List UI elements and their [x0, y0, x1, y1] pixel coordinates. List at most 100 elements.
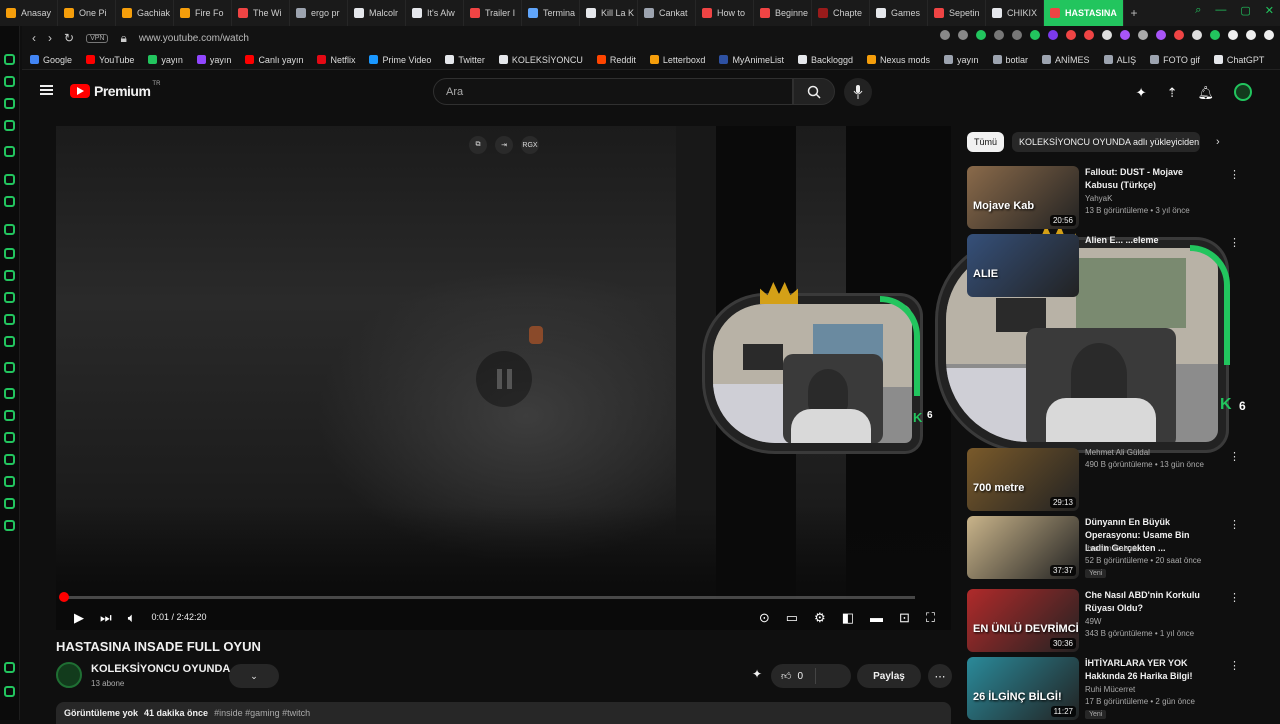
upload-icon[interactable]: ⇡	[1167, 86, 1178, 99]
video-options-icon[interactable]: ⋮	[1229, 591, 1240, 604]
sidebar-app-icon[interactable]	[4, 388, 15, 399]
video-options-icon[interactable]: ⋮	[1229, 236, 1240, 249]
miniplayer-icon[interactable]: ◧	[842, 611, 854, 624]
browser-tab[interactable]: It's Alw	[406, 0, 464, 26]
extension-icon[interactable]	[1156, 30, 1166, 40]
cast-icon[interactable]: ⊡	[899, 611, 910, 624]
gamepad-icon[interactable]: ✦	[1136, 86, 1147, 99]
browser-tab[interactable]: Chapte	[812, 0, 870, 26]
bookmark-item[interactable]: ALIŞ	[1104, 55, 1137, 65]
bookmark-item[interactable]: ANİMES	[1042, 55, 1090, 65]
video-options-icon[interactable]: ⋮	[1229, 518, 1240, 531]
big-pause-indicator[interactable]	[476, 351, 532, 407]
video-title[interactable]: Fallout: DUST - Mojave Kabusu (Türkçe)	[1085, 166, 1207, 192]
browser-tab[interactable]: Games	[870, 0, 928, 26]
bookmark-icon[interactable]	[940, 30, 950, 40]
extension-icon[interactable]	[1210, 30, 1220, 40]
browser-tab[interactable]: Trailer I	[464, 0, 522, 26]
video-thumbnail[interactable]: ALIE	[967, 234, 1079, 297]
screenshot-icon[interactable]	[958, 30, 968, 40]
puzzle-icon[interactable]	[1228, 30, 1238, 40]
volume-icon[interactable]: 🔈︎	[128, 611, 136, 624]
extension-icon[interactable]	[1192, 30, 1202, 40]
channel-name[interactable]: 49W	[1085, 617, 1101, 626]
browser-tab[interactable]: Beginne	[754, 0, 812, 26]
video-thumbnail[interactable]: 700 metre29:13	[967, 448, 1079, 511]
search-input[interactable]: Ara	[433, 78, 793, 105]
extension-icon[interactable]	[1102, 30, 1112, 40]
channel-name[interactable]: Ruhi Mücerret	[1085, 685, 1135, 694]
maximize-icon[interactable]: ▢	[1240, 4, 1250, 17]
browser-tab[interactable]: CHIKIX	[986, 0, 1044, 26]
search-tabs-icon[interactable]: ⌕	[1195, 4, 1201, 17]
recommended-video[interactable]: 700 metre29:13Mehmet Ali Güldal490 B gör…	[967, 448, 1267, 512]
reload-icon[interactable]: ↻	[64, 31, 74, 45]
subtitles-icon[interactable]: ▭	[786, 611, 798, 624]
video-title[interactable]: Alien E... ...eleme	[1085, 234, 1207, 247]
notifications-bell-icon[interactable]: 🔔︎	[1197, 86, 1214, 99]
bookmark-item[interactable]: MyAnimeList	[719, 55, 784, 65]
bookmark-item[interactable]: Google	[30, 55, 72, 65]
sidebar-app-icon[interactable]	[4, 120, 15, 131]
sidebar-app-icon[interactable]	[4, 248, 15, 259]
shield-icon[interactable]	[976, 30, 986, 40]
theater-mode-icon[interactable]: ▬	[870, 611, 883, 624]
bookmark-item[interactable]: Nexus mods	[867, 55, 930, 65]
extension-icon[interactable]	[1084, 30, 1094, 40]
minimize-icon[interactable]: —	[1215, 4, 1226, 17]
sidebar-app-icon[interactable]	[4, 410, 15, 421]
back-icon[interactable]: ‹	[32, 31, 36, 45]
bookmark-item[interactable]: yayın	[197, 55, 232, 65]
video-title[interactable]: İHTİYARLARA YER YOK Hakkında 26 Harika B…	[1085, 657, 1207, 683]
enter-icon[interactable]: ⇥	[495, 136, 513, 154]
autoplay-toggle-icon[interactable]: ⊙	[759, 611, 770, 624]
channel-name[interactable]: YahyaK	[1085, 194, 1112, 203]
video-title[interactable]: Che Nasıl ABD'nin Korkulu Rüyası Oldu?	[1085, 589, 1207, 615]
sidebar-app-icon[interactable]	[4, 270, 15, 281]
extension-icon[interactable]	[1120, 30, 1130, 40]
lock-icon[interactable]: 🔒︎	[120, 31, 126, 46]
more-actions-button[interactable]: ⋯	[928, 664, 952, 688]
download-icon[interactable]	[1246, 30, 1256, 40]
extension-icon[interactable]	[1030, 30, 1040, 40]
bookmark-item[interactable]: yayın	[148, 55, 183, 65]
gamepad-icon[interactable]: ✦	[752, 667, 762, 681]
bookmark-item[interactable]: yayın	[944, 55, 979, 65]
recommended-video[interactable]: ALIE Alien E... ...eleme ⋮	[967, 234, 1267, 298]
browser-tab[interactable]: One Pi	[58, 0, 116, 26]
sidebar-app-icon[interactable]	[4, 98, 15, 109]
bookmark-item[interactable]: KOLEKSİYONCU	[499, 55, 583, 65]
recommended-video[interactable]: EN ÜNLÜ DEVRİMCİ30:36Che Nasıl ABD'nin K…	[967, 589, 1267, 653]
browser-tab[interactable]: The Wi	[232, 0, 290, 26]
chip-all[interactable]: Tümü	[967, 132, 1004, 152]
sidebar-app-icon[interactable]	[4, 454, 15, 465]
browser-tab[interactable]: Anasay	[0, 0, 58, 26]
browser-tab[interactable]: How to	[696, 0, 754, 26]
sidebar-app-icon[interactable]	[4, 662, 15, 673]
send-icon[interactable]	[1012, 30, 1022, 40]
sidebar-app-icon[interactable]	[4, 476, 15, 487]
video-options-icon[interactable]: ⋮	[1229, 659, 1240, 672]
hashtags[interactable]: #inside #gaming #twitch	[214, 708, 310, 718]
video-options-icon[interactable]: ⋮	[1229, 168, 1240, 181]
video-options-icon[interactable]: ⋮	[1229, 450, 1240, 463]
sidebar-app-icon[interactable]	[4, 520, 15, 531]
recommended-video[interactable]: Mojave Kab20:56Fallout: DUST - Mojave Ka…	[967, 166, 1267, 230]
browser-tab[interactable]: Malcolr	[348, 0, 406, 26]
sidebar-app-icon[interactable]	[4, 224, 15, 235]
extension-icon[interactable]	[1138, 30, 1148, 40]
video-thumbnail[interactable]: EN ÜNLÜ DEVRİMCİ30:36	[967, 589, 1079, 652]
bookmark-item[interactable]: Canlı yayın	[245, 55, 303, 65]
settings-gear-icon[interactable]: ⚙	[814, 611, 826, 624]
close-icon[interactable]: ✕	[1265, 4, 1274, 17]
like-button[interactable]: 👍︎ 0	[771, 664, 851, 688]
youtube-premium-logo[interactable]: Premium TR	[70, 83, 160, 99]
search-button[interactable]	[793, 78, 835, 105]
sidebar-app-icon[interactable]	[4, 686, 15, 697]
play-icon[interactable]: ▶	[74, 611, 84, 624]
channel-avatar[interactable]	[56, 662, 82, 688]
sidebar-app-icon[interactable]	[4, 76, 15, 87]
channel-name[interactable]: İbrahim Balsak	[1085, 544, 1138, 553]
sidebar-app-icon[interactable]	[4, 362, 15, 373]
channel-name[interactable]: KOLEKSİYONCU OYUNDA	[91, 663, 230, 675]
